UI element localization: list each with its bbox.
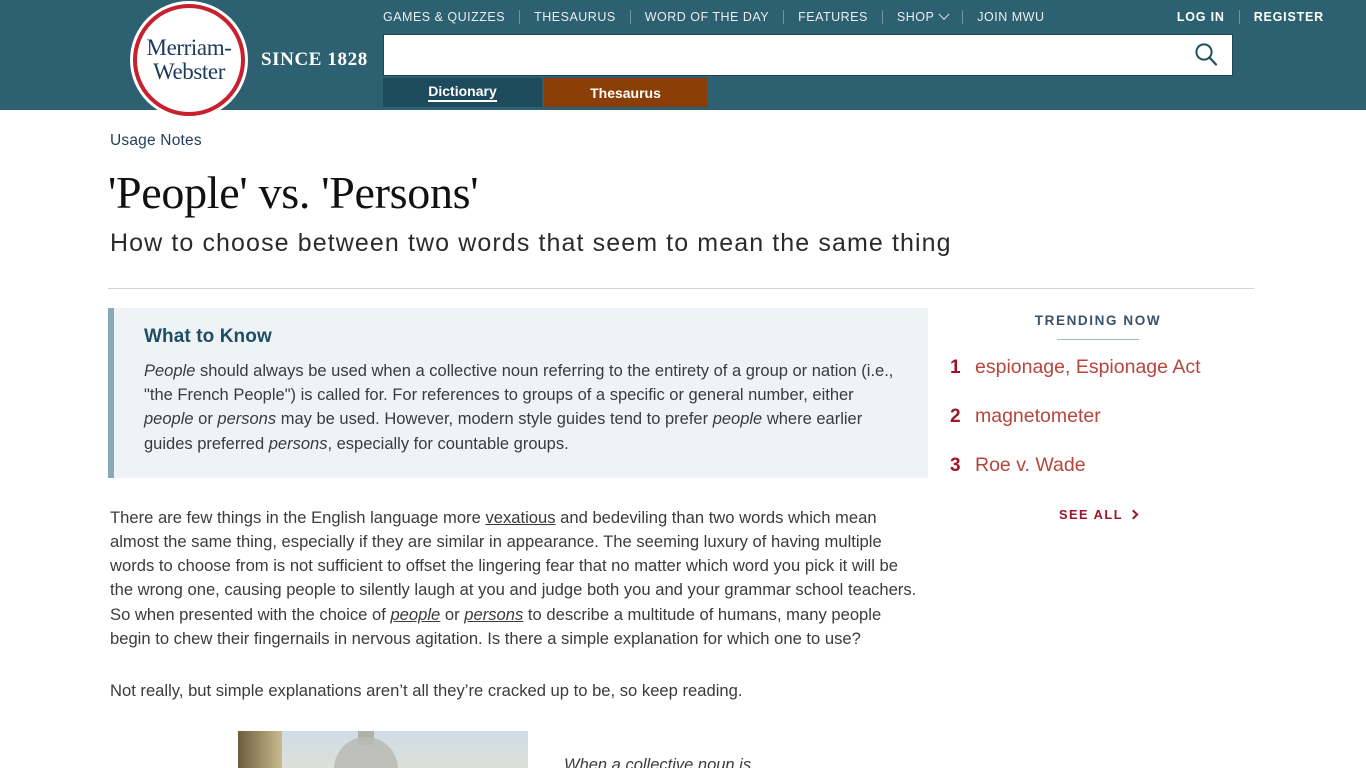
since-tagline: SINCE 1828 [261, 49, 368, 70]
see-all-label: SEE ALL [1058, 507, 1124, 522]
callout-seg-6: may be used. However, modern style guide… [276, 410, 713, 429]
trending-link-1[interactable]: espionage, Espionage Act [975, 356, 1201, 378]
search-input[interactable] [384, 36, 1180, 74]
nav-item-shop-label: SHOP [896, 10, 935, 24]
callout-seg-10: , especially for countable groups. [327, 434, 569, 453]
figure-dome-detail [334, 737, 398, 768]
register-link[interactable]: REGISTER [1254, 10, 1324, 24]
tab-dictionary-label: Dictionary [428, 83, 497, 102]
callout-text: People should always be used when a coll… [144, 359, 904, 456]
trending-link-3[interactable]: Roe v. Wade [975, 454, 1086, 476]
chevron-down-icon [938, 8, 950, 20]
callout-em-persons-2: persons [268, 434, 328, 453]
figure-image [238, 731, 528, 768]
link-vexatious[interactable]: vexatious [485, 508, 555, 527]
auth-nav: LOG IN REGISTER [1177, 8, 1324, 26]
trending-rank: 3 [950, 455, 961, 476]
nav-item-thesaurus[interactable]: THESAURUS [534, 10, 616, 24]
nav-divider [519, 10, 521, 24]
nav-item-games-quizzes[interactable]: GAMES & QUIZZES [383, 10, 505, 24]
figure-caption: When a collective noun is [564, 756, 752, 768]
nav-item-features[interactable]: FEATURES [798, 10, 868, 24]
login-link[interactable]: LOG IN [1177, 10, 1225, 24]
list-item: 2 magnetometer [950, 405, 1258, 428]
callout-em-persons: persons [217, 410, 277, 429]
article-kicker[interactable]: Usage Notes [110, 132, 1258, 150]
sidebar: TRENDING NOW 1 espionage, Espionage Act … [928, 308, 1258, 768]
article-paragraph-2: Not really, but simple explanations aren… [110, 681, 743, 701]
primary-nav: GAMES & QUIZZES THESAURUS WORD OF THE DA… [383, 8, 1044, 26]
nav-divider [1238, 10, 1240, 24]
link-people[interactable]: people [390, 605, 440, 624]
nav-item-join-mwu[interactable]: JOIN MWU [977, 10, 1044, 24]
list-item: 3 Roe v. Wade [950, 454, 1258, 477]
link-persons[interactable]: persons [464, 605, 523, 624]
trending-heading: TRENDING NOW [1034, 313, 1162, 328]
callout-seg-4: or [193, 410, 218, 429]
tab-thesaurus-label: Thesaurus [590, 84, 661, 101]
content-container: Usage Notes 'People' vs. 'Persons' How t… [108, 110, 1258, 768]
site-logo[interactable]: Merriam- Webster SINCE 1828 [133, 4, 367, 116]
tab-dictionary[interactable]: Dictionary [383, 78, 542, 107]
logo-line-1: Merriam- [146, 35, 232, 60]
trending-rank: 1 [950, 357, 961, 378]
header-divider [108, 288, 1254, 289]
page-body: Usage Notes 'People' vs. 'Persons' How t… [0, 110, 1366, 768]
nav-item-shop[interactable]: SHOP [896, 8, 950, 24]
tab-thesaurus[interactable]: Thesaurus [544, 78, 707, 107]
trending-link-2[interactable]: magnetometer [975, 405, 1101, 427]
search-scope-tabs: Dictionary Thesaurus [383, 78, 707, 107]
chevron-right-icon [1128, 509, 1139, 520]
para1-seg-1: There are few things in the English lang… [110, 507, 486, 527]
callout-em-people-2: people [144, 410, 194, 429]
callout-seg-2: should always be used when a collective … [144, 362, 894, 405]
article-paragraph-1: There are few things in the English lang… [110, 506, 925, 651]
article-main-column: What to Know People should always be use… [108, 308, 928, 768]
nav-divider [783, 10, 785, 24]
site-header: Merriam- Webster SINCE 1828 GAMES & QUIZ… [0, 0, 1366, 116]
trending-rule [1057, 339, 1139, 340]
search-box [383, 34, 1233, 76]
callout-heading: What to Know [144, 326, 272, 347]
para1-seg-3: or [440, 604, 465, 624]
what-to-know-callout: What to Know People should always be use… [108, 308, 928, 478]
trending-rank: 2 [950, 406, 961, 427]
logo-circle: Merriam- Webster [133, 4, 245, 116]
nav-divider [629, 10, 631, 24]
nav-divider [962, 10, 964, 24]
callout-em-people-3: people [712, 410, 763, 429]
list-item: 1 espionage, Espionage Act [950, 356, 1258, 379]
nav-item-word-of-the-day[interactable]: WORD OF THE DAY [645, 10, 769, 24]
article-figure: When a collective noun is [238, 731, 928, 768]
search-button[interactable] [1180, 35, 1232, 75]
nav-divider [881, 10, 883, 24]
figure-building-detail [238, 731, 282, 768]
article-subtitle: How to choose between two words that see… [110, 229, 952, 257]
see-all-link[interactable]: SEE ALL [938, 507, 1258, 522]
logo-line-2: Webster [153, 59, 225, 84]
page-title: 'People' vs. 'Persons' [108, 167, 479, 218]
callout-em-people: People [144, 362, 196, 380]
search-icon [1195, 43, 1218, 66]
